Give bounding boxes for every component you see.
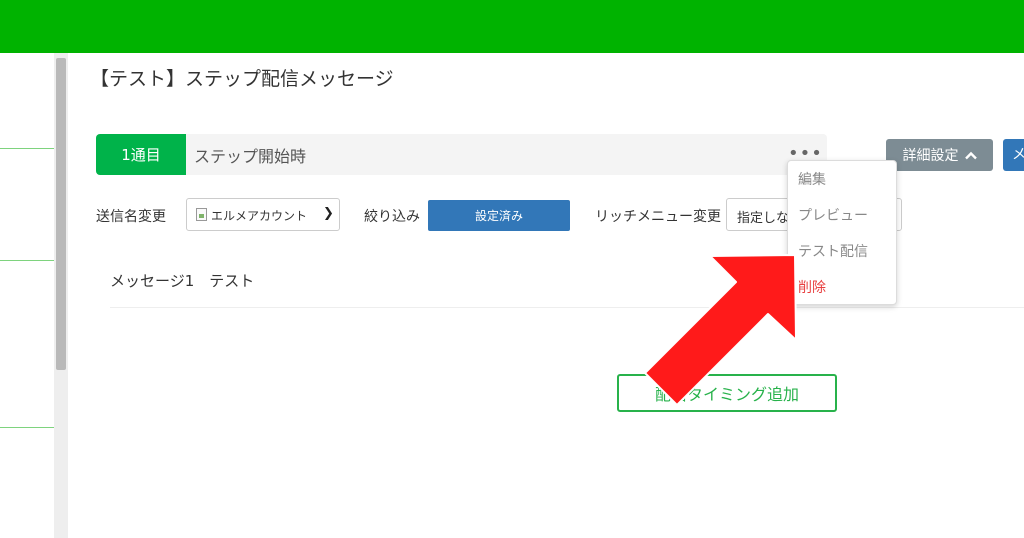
menu-item-test-send[interactable]: テスト配信 [798,241,868,261]
richmenu-label: リッチメニュー変更 [595,209,721,225]
sidebar-divider [0,427,54,428]
sidebar-divider [0,148,54,149]
sidebar-divider [0,260,54,261]
step-timing-label: ステップ開始時 [194,147,307,166]
detail-settings-button[interactable]: 詳細設定 [886,139,993,171]
add-timing-button[interactable]: 配信タイミング追加 [617,374,837,412]
sender-value: エルメアカウント [211,209,308,223]
sidebar-scrollbar-thumb[interactable] [56,58,66,370]
step-number-badge: 1通目 [96,134,186,175]
more-options-dropdown: 編集 プレビュー テスト配信 削除 [787,160,897,305]
filter-label: 絞り込み [364,209,420,225]
divider [110,307,1024,308]
page-title: 【テスト】ステップ配信メッセージ [90,68,394,90]
menu-item-delete[interactable]: 削除 [798,277,826,297]
menu-item-edit[interactable]: 編集 [798,169,826,189]
sender-name-label: 送信名変更 [96,209,166,225]
chevron-right-icon: ❯ [323,206,334,221]
sender-select[interactable]: エルメアカウント ❯ [186,198,340,231]
filter-button[interactable]: 設定済み [428,200,570,231]
sidebar [0,53,54,538]
message-title: メッセージ1 テスト [110,272,255,290]
top-header-bar [0,0,1024,53]
chevron-up-icon [964,151,977,159]
broken-image-icon [196,208,207,221]
detail-settings-label: 詳細設定 [902,148,959,164]
menu-item-preview[interactable]: プレビュー [798,205,868,225]
message-action-button[interactable]: メ [1003,139,1024,171]
